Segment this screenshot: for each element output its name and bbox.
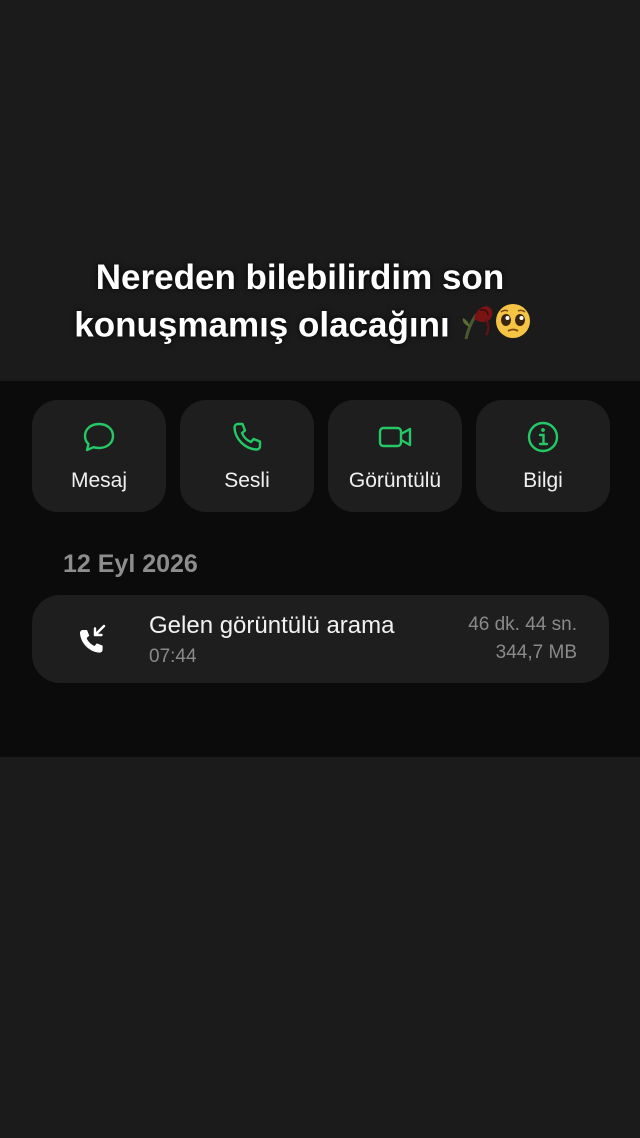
voice-call-button-label: Sesli [224,469,270,492]
call-data-size: 344,7 MB [495,642,577,663]
call-title: Gelen görüntülü arama [149,612,395,639]
phone-icon [233,422,262,451]
message-button-label: Mesaj [70,469,128,492]
call-log-date: 12 Eyl 2026 [63,550,198,578]
message-button[interactable]: Mesaj [32,400,166,512]
caption-line-1: Nereden bilebilirdim son [95,258,505,297]
message-bubble-icon [83,422,115,452]
caption-line-2: konuşmamış olacağını [0,301,600,353]
call-log-entry[interactable]: Gelen görüntülü arama 07:44 46 dk. 44 sn… [32,595,609,683]
video-call-button-label: Görüntülü [348,469,442,492]
info-icon [527,421,559,453]
call-time: 07:44 [149,646,197,667]
caption-emojis [456,301,532,353]
caption-line-2-text: konuşmamış olacağını [74,305,450,345]
action-buttons: Mesaj Sesli Görüntülü Bilgi [32,400,610,512]
video-camera-icon [378,426,412,448]
story-caption: Nereden bilebilirdim son konuşmamış olac… [0,255,600,353]
wilted-rose-and-pleading-face-icon [462,304,530,340]
incoming-call-icon [80,624,106,653]
call-duration: 46 dk. 44 sn. [468,614,577,635]
info-button[interactable]: Bilgi [476,400,610,512]
video-call-button[interactable]: Görüntülü [328,400,462,512]
voice-call-button[interactable]: Sesli [180,400,314,512]
info-button-label: Bilgi [523,469,563,492]
